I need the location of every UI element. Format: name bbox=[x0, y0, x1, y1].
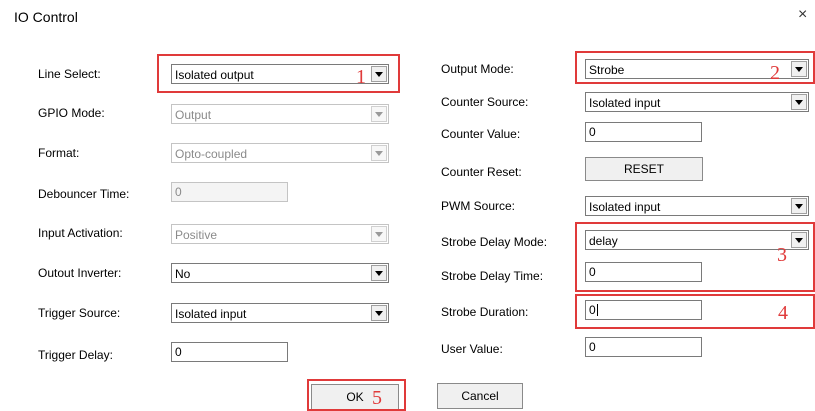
reset-button[interactable]: RESET bbox=[585, 157, 703, 181]
user-value-input[interactable]: 0 bbox=[585, 337, 702, 357]
input-activation-label: Input Activation: bbox=[38, 226, 123, 240]
trigger-delay-label: Trigger Delay: bbox=[38, 348, 113, 362]
window-title: IO Control bbox=[14, 9, 78, 25]
counter-value-label: Counter Value: bbox=[441, 127, 521, 141]
counter-reset-label: Counter Reset: bbox=[441, 165, 522, 179]
chevron-down-icon[interactable] bbox=[791, 94, 807, 110]
counter-source-dropdown[interactable]: Isolated input bbox=[585, 92, 809, 112]
user-value-label: User Value: bbox=[441, 342, 503, 356]
trigger-source-value: Isolated input bbox=[175, 307, 247, 321]
input-activation-dropdown: Positive bbox=[171, 224, 389, 244]
trigger-source-label: Trigger Source: bbox=[38, 306, 121, 320]
pwm-source-label: PWM Source: bbox=[441, 199, 516, 213]
format-dropdown: Opto-coupled bbox=[171, 143, 389, 163]
pwm-source-value: Isolated input bbox=[589, 200, 661, 214]
line-select-label: Line Select: bbox=[38, 67, 101, 81]
counter-value-input[interactable]: 0 bbox=[585, 122, 702, 142]
trigger-delay-input[interactable]: 0 bbox=[171, 342, 288, 362]
chevron-down-icon bbox=[371, 145, 387, 161]
output-inverter-dropdown[interactable]: No bbox=[171, 263, 389, 283]
input-activation-value: Positive bbox=[175, 228, 218, 242]
output-inverter-label: Outout Inverter: bbox=[38, 266, 122, 280]
cancel-button[interactable]: Cancel bbox=[437, 383, 523, 409]
format-value: Opto-coupled bbox=[175, 147, 248, 161]
gpio-mode-dropdown: Output bbox=[171, 104, 389, 124]
annotation-number-3: 3 bbox=[777, 244, 787, 266]
debouncer-time-input: 0 bbox=[171, 182, 288, 202]
trigger-source-dropdown[interactable]: Isolated input bbox=[171, 303, 389, 323]
strobe-delay-mode-label: Strobe Delay Mode: bbox=[441, 235, 548, 249]
pwm-source-dropdown[interactable]: Isolated input bbox=[585, 196, 809, 216]
format-label: Format: bbox=[38, 146, 80, 160]
annotation-number-4: 4 bbox=[778, 302, 788, 324]
output-inverter-value: No bbox=[175, 267, 191, 281]
output-mode-label: Output Mode: bbox=[441, 62, 514, 76]
chevron-down-icon[interactable] bbox=[371, 305, 387, 321]
gpio-mode-label: GPIO Mode: bbox=[38, 106, 105, 120]
strobe-delay-time-label: Strobe Delay Time: bbox=[441, 269, 544, 283]
chevron-down-icon bbox=[371, 226, 387, 242]
debouncer-time-label: Debouncer Time: bbox=[38, 187, 130, 201]
chevron-down-icon[interactable] bbox=[371, 265, 387, 281]
gpio-mode-value: Output bbox=[175, 108, 212, 122]
annotation-number-1: 1 bbox=[356, 66, 366, 88]
strobe-duration-label: Strobe Duration: bbox=[441, 305, 529, 319]
annotation-box-5 bbox=[307, 379, 406, 411]
close-icon[interactable]: × bbox=[798, 7, 807, 23]
counter-source-label: Counter Source: bbox=[441, 95, 529, 109]
counter-source-value: Isolated input bbox=[589, 96, 661, 110]
chevron-down-icon[interactable] bbox=[791, 198, 807, 214]
chevron-down-icon bbox=[371, 106, 387, 122]
annotation-number-5: 5 bbox=[372, 387, 382, 409]
annotation-number-2: 2 bbox=[770, 62, 780, 84]
